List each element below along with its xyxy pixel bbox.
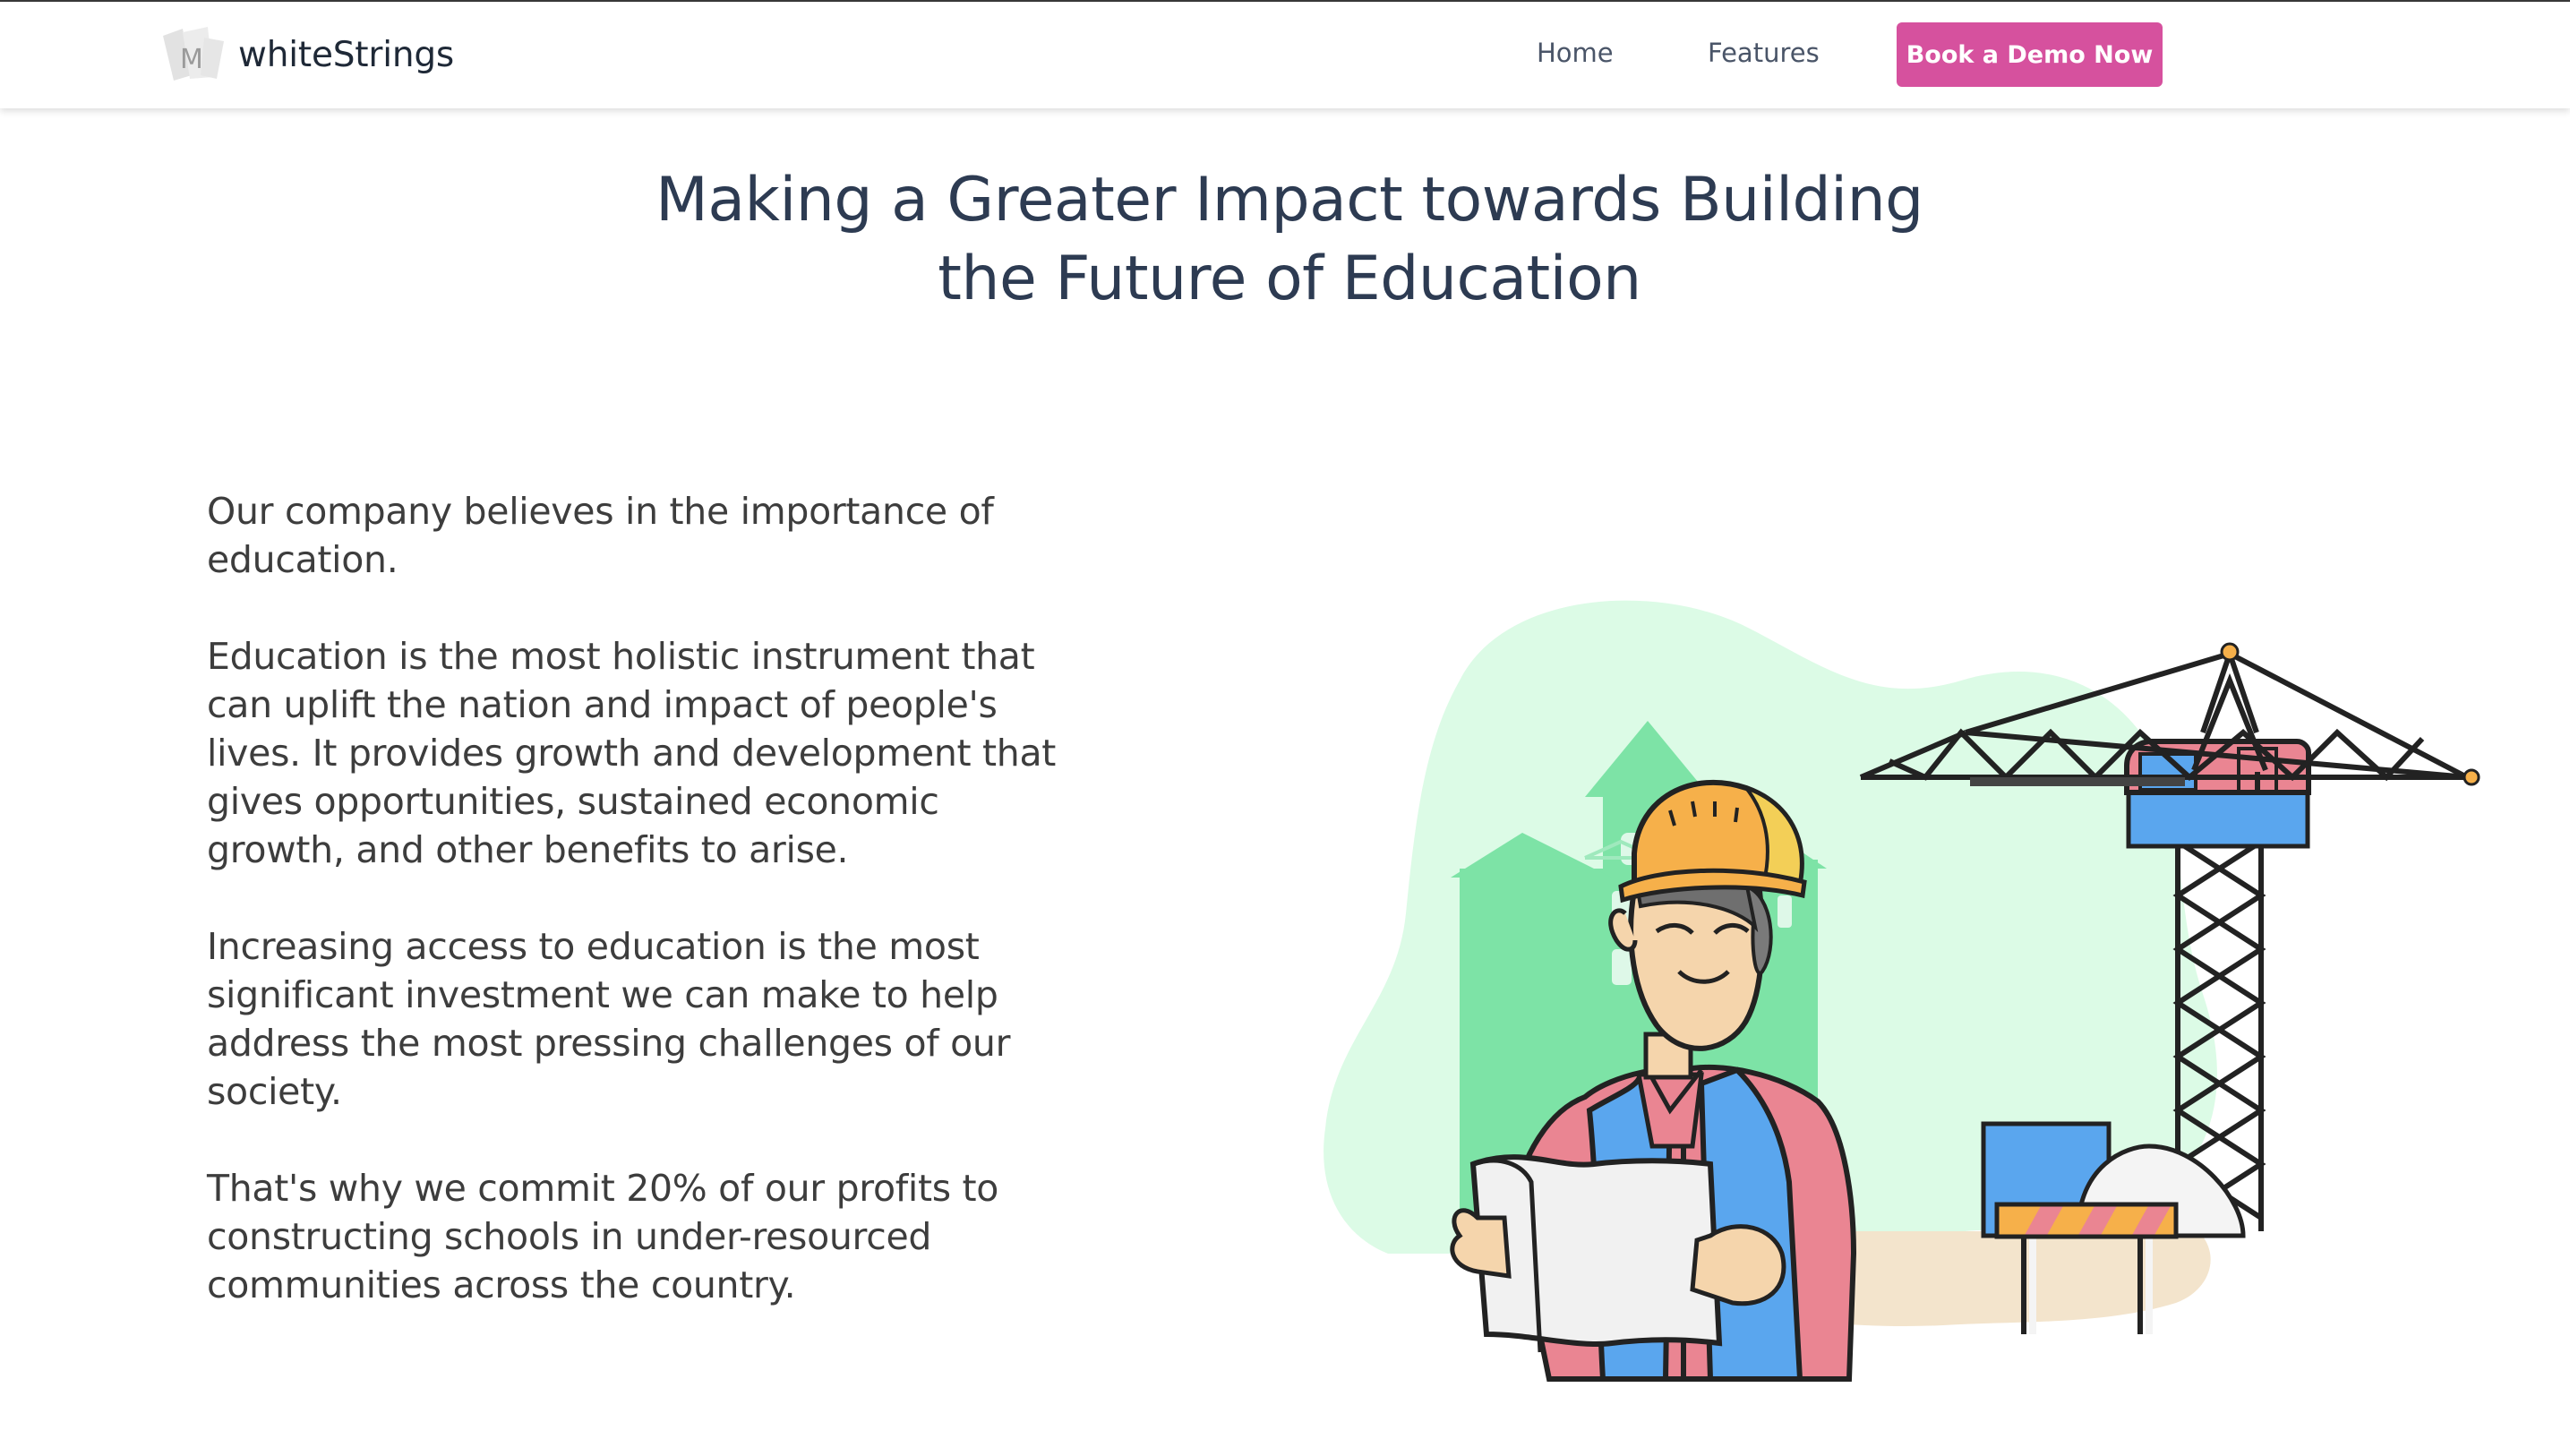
about-copy: Our company believes in the importance o… [207, 487, 1084, 1358]
construction-worker-illustration [1324, 600, 2480, 1382]
brand-name: whiteStrings [238, 34, 455, 75]
blueprint-paper [1469, 1154, 1723, 1347]
worker-right-hand [1690, 1224, 1786, 1306]
about-paragraph-1: Our company believes in the importance o… [207, 490, 994, 581]
page-title-line-1: Making a Greater Impact towards Building [655, 165, 1923, 236]
brand-logo-link[interactable]: M whiteStrings [159, 23, 454, 86]
book-demo-button[interactable]: Book a Demo Now [1897, 22, 2163, 87]
about-paragraph-4: That's why we commit 20% of our profits … [207, 1167, 999, 1306]
nav-features-link[interactable]: Features [1708, 38, 1820, 68]
site-header: M whiteStrings Home Features Book a Demo… [0, 2, 2570, 108]
nav-home-link[interactable]: Home [1537, 38, 1614, 68]
worker-left-hand [1450, 1208, 1512, 1279]
whitestrings-logo-icon: M [163, 27, 224, 81]
about-paragraph-2: Education is the most holistic instrumen… [207, 635, 1057, 871]
page-title: Making a Greater Impact towards Building… [501, 161, 2077, 319]
svg-text:M: M [180, 44, 203, 75]
about-paragraph-3: Increasing access to education is the mo… [207, 925, 1011, 1113]
page-title-line-2: the Future of Education [938, 244, 1641, 314]
